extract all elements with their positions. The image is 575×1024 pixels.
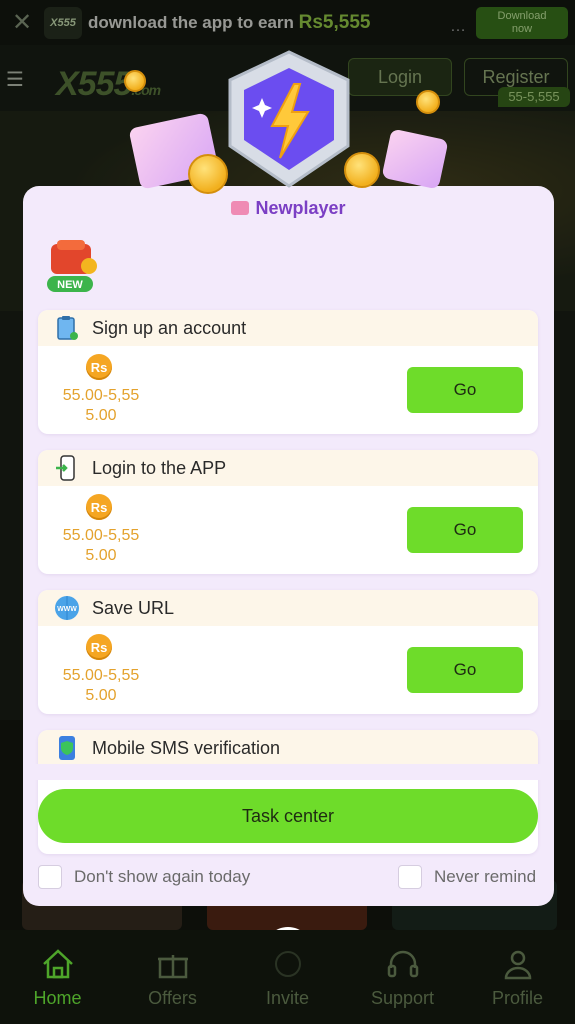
gift-icon	[157, 955, 188, 979]
go-button-sign-up[interactable]: Go	[407, 367, 523, 413]
never-remind-checkbox[interactable]	[398, 865, 422, 889]
task-center-button[interactable]: Task center	[38, 789, 538, 843]
nav-item-invite[interactable]: Invite	[230, 930, 345, 1024]
list-scroll-edge	[23, 764, 554, 780]
rupee-coin-icon: Rs	[86, 494, 112, 520]
nav-label: Support	[370, 988, 435, 1008]
modal-title-text: Newplayer	[255, 198, 346, 218]
bottom-nav: Home Offers Invite Support Profile	[0, 930, 575, 1024]
go-button-login-app[interactable]: Go	[407, 507, 523, 553]
dont-show-today-label[interactable]: Don't show again today	[74, 867, 250, 887]
task-header: Login to the APP	[38, 450, 538, 486]
nav-label: Invite	[265, 988, 310, 1008]
coin-decoration	[416, 90, 440, 114]
task-card-login-app: Login to the APP Rs 55.00-5,55 5.00 Go	[38, 450, 538, 574]
nav-label: Profile	[491, 988, 544, 1008]
reward-amount: 55.00-5,55 5.00	[56, 386, 146, 426]
phone-login-icon	[54, 455, 80, 481]
reward-amount: 55.00-5,55 5.00	[56, 666, 146, 706]
lightning-shield-icon	[222, 50, 356, 190]
invite-icon	[274, 951, 301, 977]
task-card-save-url: WWW Save URL Rs 55.00-5,55 5.00 Go	[38, 590, 538, 714]
reward-line: 5.00	[85, 547, 117, 564]
reward-line: 55.00-5,55	[62, 527, 140, 544]
svg-text:WWW: WWW	[57, 606, 77, 613]
newplayer-modal: Newplayer NEW Sign up an account Rs 55.0…	[23, 186, 554, 906]
www-globe-icon: WWW	[54, 595, 80, 621]
task-label: Mobile SMS verification	[92, 737, 281, 758]
task-header: Sign up an account	[38, 310, 538, 346]
nav-item-profile[interactable]: Profile	[460, 930, 575, 1024]
task-label: Login to the APP	[92, 457, 227, 478]
reward-line: 5.00	[85, 687, 117, 704]
never-remind-option[interactable]: Never remind	[398, 865, 536, 889]
headset-icon	[387, 950, 418, 978]
nav-item-support[interactable]: Support	[345, 930, 460, 1024]
rupee-coin-icon: Rs	[86, 634, 112, 660]
nav-label: Offers	[148, 988, 197, 1008]
task-label: Sign up an account	[92, 317, 247, 338]
nav-label: Home	[33, 988, 82, 1008]
new-badge: NEW	[43, 240, 103, 294]
dont-show-today-option[interactable]: Don't show again today	[38, 865, 250, 889]
reward-line: 55.00-5,55	[62, 387, 140, 404]
phone-shield-icon	[54, 735, 80, 761]
go-button-save-url[interactable]: Go	[407, 647, 523, 693]
coin-decoration	[124, 70, 146, 92]
never-remind-label[interactable]: Never remind	[434, 867, 536, 887]
reward-amount: 55.00-5,55 5.00	[56, 526, 146, 566]
task-header: Mobile SMS verification	[38, 730, 538, 766]
new-badge-label: NEW	[57, 279, 83, 291]
nav-item-offers[interactable]: Offers	[115, 930, 230, 1024]
task-header: WWW Save URL	[38, 590, 538, 626]
gift-box-icon	[231, 201, 250, 215]
modal-title: Newplayer	[23, 198, 554, 219]
dont-show-today-checkbox[interactable]	[38, 865, 62, 889]
rupee-coin-icon: Rs	[86, 354, 112, 380]
task-label: Save URL	[92, 597, 175, 618]
profile-icon	[504, 950, 531, 980]
home-icon	[42, 949, 73, 979]
task-card-sign-up: Sign up an account Rs 55.00-5,55 5.00 Go	[38, 310, 538, 434]
reward-line: 55.00-5,55	[62, 667, 140, 684]
nav-item-home[interactable]: Home	[0, 930, 115, 1024]
reward-line: 5.00	[85, 407, 117, 424]
clipboard-check-icon	[54, 315, 80, 341]
